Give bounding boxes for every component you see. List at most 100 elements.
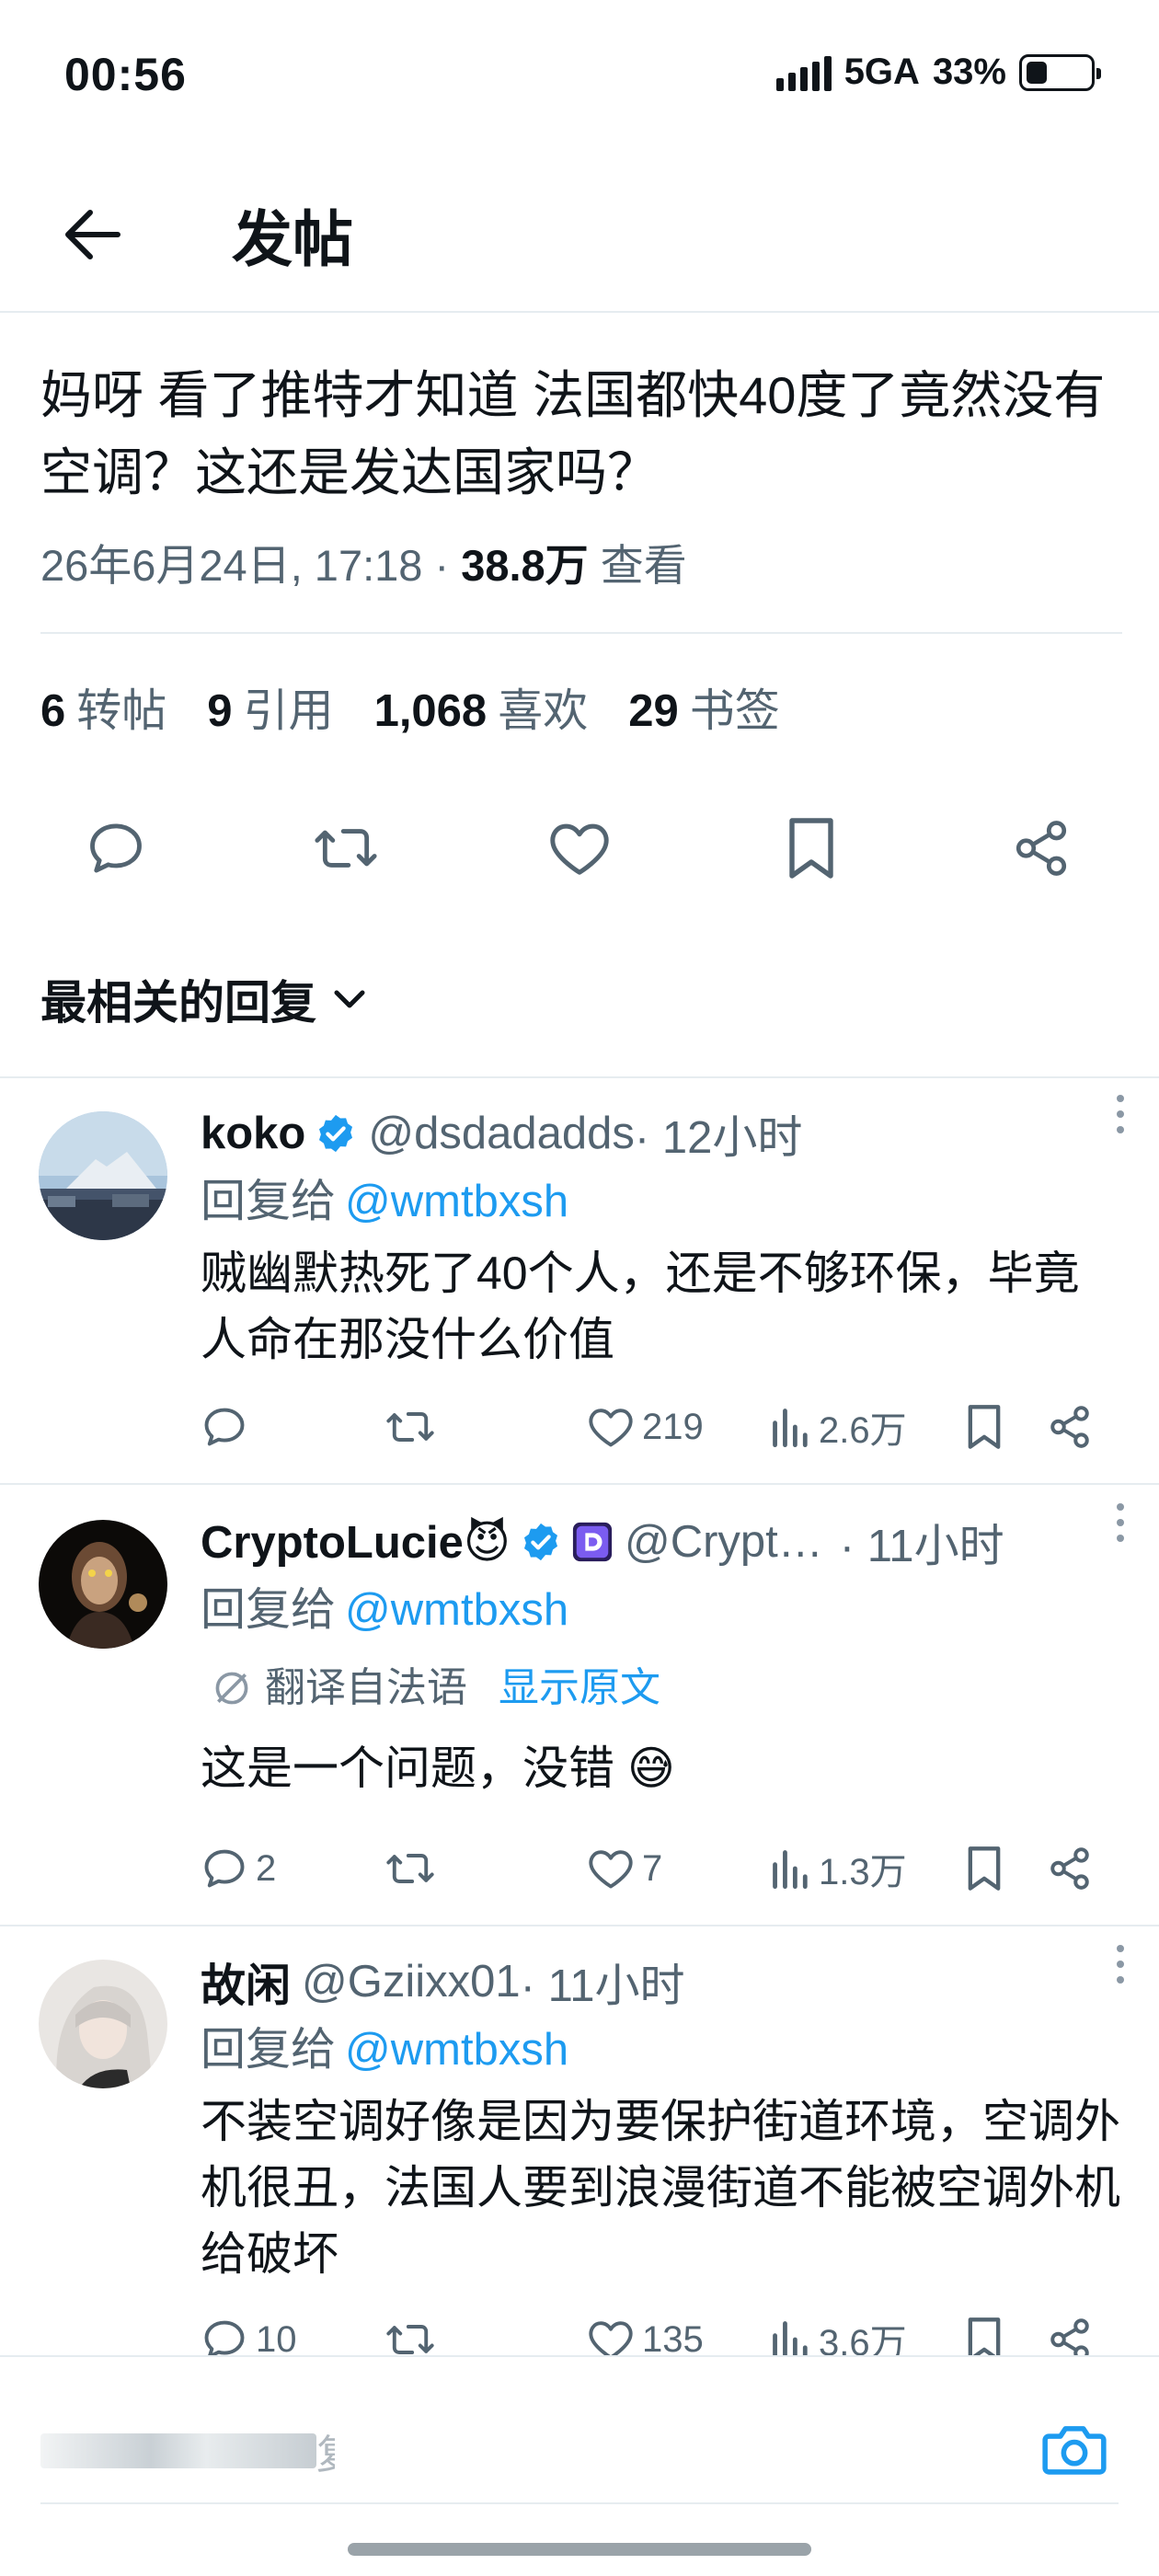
reply-views-button[interactable]: 2.6万 xyxy=(771,1400,907,1454)
comment-icon xyxy=(90,823,142,873)
share-icon xyxy=(1050,1406,1089,1448)
reply-comment-button[interactable]: 2 xyxy=(201,1845,276,1892)
reply-to-mention[interactable]: @wmtbxsh xyxy=(345,1177,568,1226)
views-chart-icon xyxy=(773,1409,808,1448)
reply-views-count: 2.6万 xyxy=(819,1410,907,1451)
camera-button[interactable] xyxy=(1038,2412,1111,2486)
reply-like-count: 135 xyxy=(642,2318,704,2360)
reply-sort-dropdown[interactable]: 最相关的回复 xyxy=(40,966,366,1032)
reply-to-line: 回复给 @wmtbxsh xyxy=(201,1575,1122,1645)
stat-reposts[interactable]: 6 转帖 xyxy=(40,674,166,772)
translate-icon xyxy=(215,1672,248,1705)
reply-views-button[interactable]: 1.3万 xyxy=(771,1842,907,1895)
reply-header: CryptoLucie😈 @Crypt… · 11小时 xyxy=(201,1509,1122,1575)
reply-button[interactable] xyxy=(79,811,153,885)
reply-item[interactable]: koko @dsdadadds · 12小时 回复给 @wmtbxsh 贼幽默热死… xyxy=(0,1078,1159,1485)
reply-action-bar: 219 2.6万 xyxy=(201,1395,1126,1459)
reply-text: 不装空调好像是因为要保护街道环境，空调外机很丑，法国人要到浪漫街道不能被空调外机… xyxy=(201,2096,1120,2280)
avatar[interactable] xyxy=(39,1111,167,1240)
bookmark-button[interactable] xyxy=(775,811,848,885)
reply-to-label: 回复给 xyxy=(201,1177,337,1226)
more-options-icon[interactable] xyxy=(1102,1941,1139,1987)
comment-icon xyxy=(204,1849,245,1888)
divider xyxy=(40,2502,1119,2504)
retweet-icon xyxy=(386,1854,434,1883)
main-post: 妈呀 看了推特才知道 法国都快40度了竟然没有空调？这还是发达国家吗？ 26年6… xyxy=(40,313,1122,772)
chevron-down-icon xyxy=(334,990,365,1008)
back-button[interactable] xyxy=(55,198,129,271)
reply-bookmark-button[interactable] xyxy=(964,1845,1004,1892)
post-views-label: 查看 xyxy=(588,541,687,590)
status-time: 00:56 xyxy=(64,49,187,100)
user-name[interactable]: CryptoLucie😈 xyxy=(201,1516,511,1569)
reply-share-button[interactable] xyxy=(1047,1404,1093,1450)
battery-icon xyxy=(1019,53,1101,91)
reply-comment-button[interactable] xyxy=(201,1403,256,1451)
reply-time: · 11小时 xyxy=(839,1521,1004,1571)
post-stats: 6 转帖 9 引用 1,068 喜欢 29 书签 xyxy=(40,634,1122,772)
reply-repost-button[interactable] xyxy=(384,1845,436,1892)
reply-item[interactable]: CryptoLucie😈 @Crypt… · 11小时 回复给 @wmtbxsh … xyxy=(0,1487,1159,1926)
affiliate-badge-icon xyxy=(572,1522,613,1562)
user-handle[interactable]: @Crypt… xyxy=(625,1516,823,1568)
status-indicators: 5GA 33% xyxy=(775,52,1101,93)
user-handle[interactable]: @Gziixx01 xyxy=(302,1956,521,2007)
arrow-left-icon xyxy=(65,210,120,259)
more-options-icon[interactable] xyxy=(1102,1091,1139,1137)
user-name[interactable]: koko xyxy=(201,1108,305,1159)
battery-level xyxy=(1027,61,1047,84)
signal-icon xyxy=(775,54,832,91)
views-chart-icon xyxy=(773,1850,808,1890)
home-indicator[interactable] xyxy=(348,2543,811,2556)
avatar-image xyxy=(39,1520,167,1649)
show-original-link[interactable]: 显示原文 xyxy=(499,1645,660,1731)
reply-share-button[interactable] xyxy=(1047,1846,1093,1892)
camera-icon xyxy=(1042,2426,1107,2475)
more-options-icon[interactable] xyxy=(1102,1500,1139,1546)
network-type: 5GA xyxy=(843,52,920,92)
reply-like-button[interactable]: 7 xyxy=(587,1846,662,1891)
retweet-icon xyxy=(315,829,377,868)
reply-content: CryptoLucie😈 @Crypt… · 11小时 回复给 @wmtbxsh … xyxy=(201,1509,1122,1801)
reply-header: 故闲 @Gziixx01 · 11小时 xyxy=(201,1949,1122,2015)
avatar-image xyxy=(39,1960,167,2088)
user-name[interactable]: 故闲 xyxy=(201,1949,291,2015)
bookmark-icon xyxy=(968,1405,1001,1449)
reply-repost-button[interactable] xyxy=(384,1403,436,1451)
like-button[interactable] xyxy=(543,811,616,885)
reply-to-label: 回复给 xyxy=(201,1585,337,1635)
reply-to-line: 回复给 @wmtbxsh xyxy=(201,1167,1122,1236)
heart-icon xyxy=(589,1409,633,1447)
reply-item[interactable]: 故闲 @Gziixx01 · 11小时 回复给 @wmtbxsh 不装空调好像是因… xyxy=(0,1928,1159,2363)
reply-action-bar: 2 7 1.3万 xyxy=(201,1836,1126,1901)
post-action-bar xyxy=(0,791,1159,902)
avatar-image xyxy=(39,1111,167,1240)
obscured-placeholder xyxy=(40,2433,316,2468)
post-text: 妈呀 看了推特才知道 法国都快40度了竟然没有空调？这还是发达国家吗？ xyxy=(40,366,1106,501)
reply-input[interactable]: 复 xyxy=(40,2421,335,2477)
reply-views-count: 1.3万 xyxy=(819,1852,907,1892)
stat-bookmarks[interactable]: 29 书签 xyxy=(628,674,780,772)
battery-percent: 33% xyxy=(932,52,1006,92)
share-button[interactable] xyxy=(1004,811,1078,885)
reply-to-mention[interactable]: @wmtbxsh xyxy=(345,2025,568,2075)
reply-input-placeholder: 复 xyxy=(316,2432,335,2477)
reply-to-mention[interactable]: @wmtbxsh xyxy=(345,1585,568,1635)
verified-badge-icon xyxy=(319,1114,353,1153)
user-handle[interactable]: @dsdadadds xyxy=(368,1108,635,1159)
reply-time: · 11小时 xyxy=(520,1961,685,2011)
reply-bookmark-button[interactable] xyxy=(964,1403,1004,1451)
reply-to-line: 回复给 @wmtbxsh xyxy=(201,2015,1122,2085)
reply-like-button[interactable]: 219 xyxy=(587,1405,704,1449)
stat-quotes[interactable]: 9 引用 xyxy=(207,674,333,772)
top-app-bar: 发帖 xyxy=(0,152,1159,313)
sort-label: 最相关的回复 xyxy=(40,977,316,1029)
post-date: 26年6月24日, 17:18 · xyxy=(40,541,462,590)
avatar[interactable] xyxy=(39,1520,167,1649)
retweet-icon xyxy=(386,1412,434,1442)
stat-likes[interactable]: 1,068 喜欢 xyxy=(374,674,589,772)
reply-text: 贼幽默热死了40个人，还是不够环保，毕竟人命在那没什么价值 xyxy=(201,1248,1080,1365)
share-icon xyxy=(1050,1847,1089,1890)
repost-button[interactable] xyxy=(309,811,383,885)
avatar[interactable] xyxy=(39,1960,167,2088)
